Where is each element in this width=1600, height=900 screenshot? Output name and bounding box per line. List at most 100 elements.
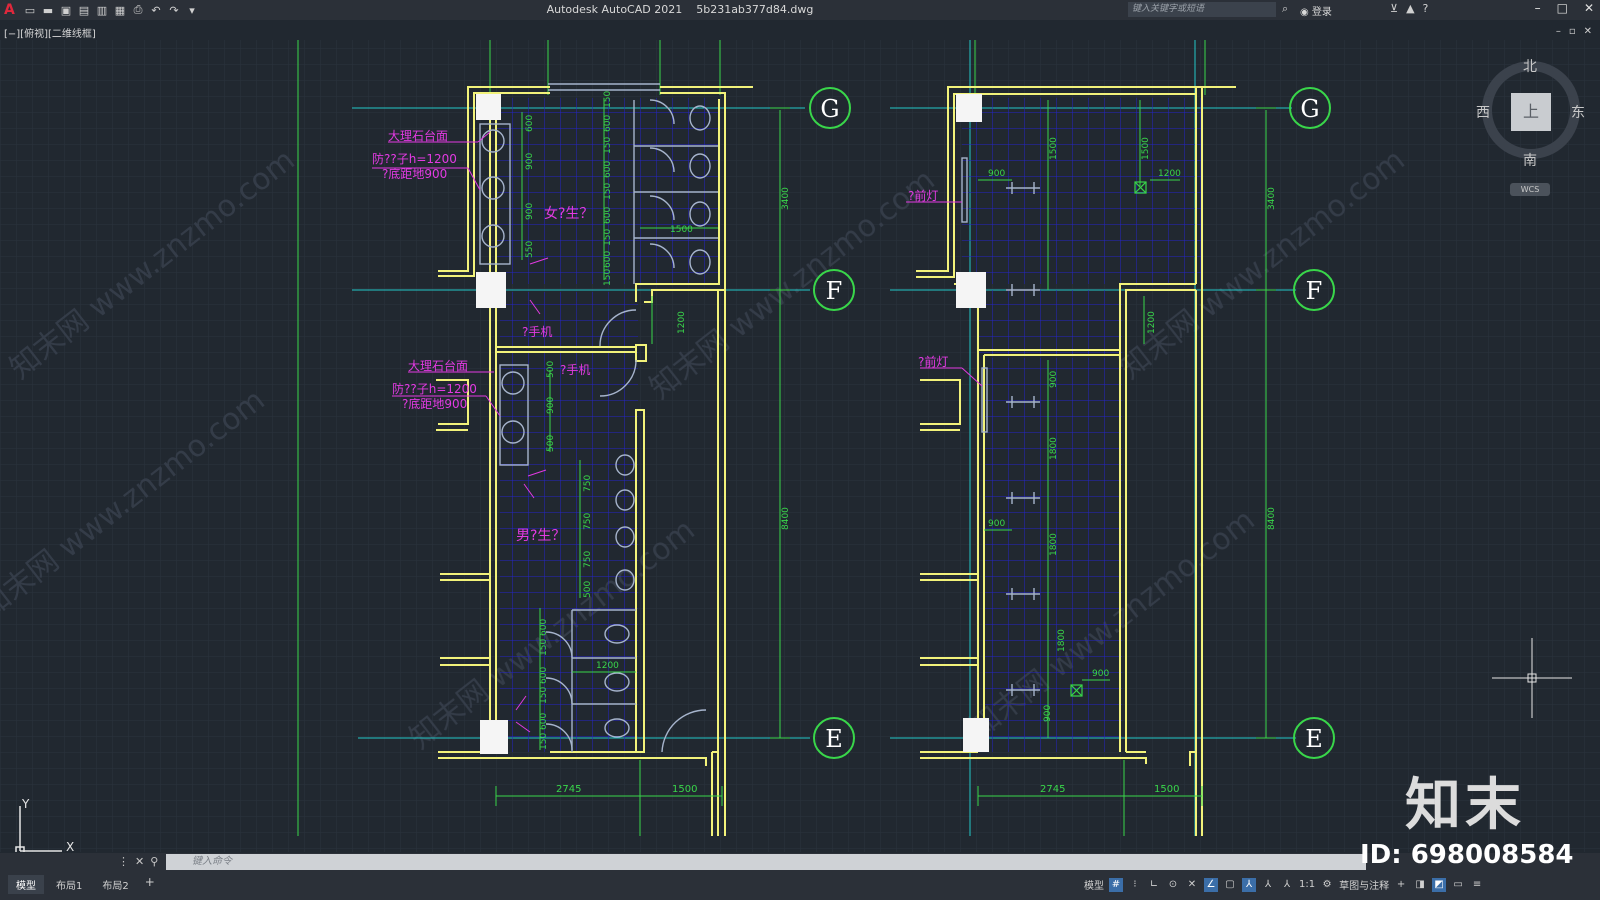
web-save-icon[interactable]: ▦: [112, 2, 128, 18]
document-controls: – ▫ ✕: [1556, 26, 1592, 37]
dimension-text: 150: [539, 639, 549, 656]
command-grip-icon[interactable]: ⋮: [118, 853, 129, 871]
dimension-text: 600: [603, 207, 613, 224]
print-icon[interactable]: ⎙: [130, 2, 146, 18]
axis-label-f: F: [1306, 277, 1323, 305]
drawing-canvas[interactable]: 知末网 www.znzmo.com 知末网 www.znzmo.com 知末网 …: [0, 40, 1600, 852]
annotation-scale-value[interactable]: 1:1: [1299, 879, 1315, 890]
search-icon[interactable]: ⌕: [1282, 2, 1296, 18]
add-icon[interactable]: +: [1394, 878, 1408, 892]
viewcube-east[interactable]: 东: [1571, 102, 1585, 122]
auto-scale-icon[interactable]: ⅄: [1261, 878, 1275, 892]
dimension-text: 600: [525, 115, 535, 132]
customization-menu-icon[interactable]: ≡: [1470, 878, 1484, 892]
quick-access-toolbar: A ▭ ▬ ▣ ▤ ▥ ▦ ⎙ ↶ ↷ ▾: [0, 0, 200, 20]
model-space-toggle[interactable]: 模型: [1084, 877, 1104, 892]
tab-layout1[interactable]: 布局1: [48, 875, 90, 894]
selection-cycle-icon[interactable]: ▢: [1223, 878, 1237, 892]
dimension-text: 750: [583, 475, 593, 492]
dimension-text: 1200: [1147, 311, 1157, 334]
dimension-text: 3400: [781, 187, 791, 210]
dimension-text: 2745: [1040, 784, 1065, 795]
dimension-text: 500: [546, 361, 556, 378]
new-file-icon[interactable]: ▭: [22, 2, 38, 18]
doc-close-icon[interactable]: ✕: [1584, 26, 1592, 37]
room-label-female: 女?生？: [544, 205, 593, 222]
close-icon[interactable]: ✕: [1584, 1, 1594, 15]
dimension-text: 600: [539, 713, 549, 730]
tab-model[interactable]: 模型: [8, 875, 44, 894]
room-label-male: 男?生？: [516, 528, 565, 544]
dimension-text: 600: [603, 161, 613, 178]
customize-icon[interactable]: ▾: [184, 2, 200, 18]
annotation-hand-dryer: ?手机: [522, 325, 552, 339]
dimension-text: 1500: [1154, 784, 1179, 795]
cart-icon[interactable]: ⊻: [1390, 2, 1398, 15]
tab-layout2[interactable]: 布局2: [94, 875, 136, 894]
annotation-visibility-icon[interactable]: ⅄: [1242, 877, 1256, 892]
dimension-text: 1500: [670, 225, 693, 235]
clean-screen-icon[interactable]: ▭: [1451, 878, 1465, 892]
osnap-icon[interactable]: ∠: [1204, 877, 1218, 892]
ortho-icon[interactable]: ∟: [1147, 878, 1161, 892]
annotation-scale-icon[interactable]: ⅄: [1280, 878, 1294, 892]
axis-label-g: G: [820, 95, 839, 123]
dimension-text: 500: [546, 435, 556, 452]
dimension-text: 1200: [1158, 169, 1181, 179]
dimension-text: 2745: [556, 784, 581, 795]
command-input[interactable]: 键入命令: [166, 854, 1366, 870]
dimension-text: 1800: [1049, 437, 1059, 460]
file-name: 5b231ab377d84.dwg: [696, 3, 814, 16]
snap-icon[interactable]: ⁝: [1128, 878, 1142, 892]
redo-icon[interactable]: ↷: [166, 2, 182, 18]
dimension-text: 900: [1092, 669, 1109, 679]
dimension-text: 900: [1049, 371, 1059, 388]
undo-icon[interactable]: ↶: [148, 2, 164, 18]
wcs-menu[interactable]: WCS: [1510, 183, 1550, 196]
annotation-hand-dryer: ?手机: [560, 363, 590, 377]
dimension-text: 900: [525, 203, 535, 220]
dimension-text: 150: [603, 91, 613, 108]
dimension-text: 900: [1043, 705, 1053, 722]
axis-label-g: G: [1300, 95, 1319, 123]
dimension-text: 600: [539, 667, 549, 684]
workspace-selector[interactable]: 草图与注释: [1339, 877, 1389, 892]
viewcube-west[interactable]: 西: [1476, 102, 1490, 122]
dimension-text: 1200: [677, 311, 687, 334]
viewcube-south[interactable]: 南: [1523, 150, 1537, 170]
viewcube-north[interactable]: 北: [1523, 56, 1537, 76]
login-button[interactable]: ◉ 登录: [1300, 3, 1332, 18]
isolate-icon[interactable]: ◨: [1413, 878, 1427, 892]
minimize-icon[interactable]: –: [1535, 1, 1541, 15]
hardware-accel-icon[interactable]: ◩: [1432, 877, 1447, 892]
web-open-icon[interactable]: ▥: [94, 2, 110, 18]
command-buttons: ⋮ ✕ ⚲: [118, 853, 158, 871]
workspace-gear-icon[interactable]: ⚙: [1320, 878, 1334, 892]
dimension-text: 600: [603, 251, 613, 268]
command-customize-icon[interactable]: ⚲: [150, 853, 158, 871]
axis-label-e: E: [825, 725, 843, 753]
search-input[interactable]: 键入关键字或短语: [1128, 2, 1276, 17]
help-icon[interactable]: ?: [1423, 2, 1429, 15]
open-file-icon[interactable]: ▬: [40, 2, 56, 18]
dimension-text: 600: [603, 115, 613, 132]
grid-icon[interactable]: #: [1109, 877, 1123, 892]
a360-icon[interactable]: ▲: [1406, 2, 1414, 15]
status-bar: 模型 布局1 布局2 + 模型 # ⁝ ∟ ⊙ ✕ ∠ ▢ ⅄ ⅄ ⅄ 1:1 …: [0, 871, 1600, 900]
command-close-icon[interactable]: ✕: [135, 853, 144, 871]
window-controls: – □ ✕: [1535, 1, 1594, 15]
annotation-mirror-height: ?底距地900: [382, 166, 447, 181]
dimension-text: 3400: [1267, 187, 1277, 210]
doc-minimize-icon[interactable]: –: [1556, 26, 1561, 37]
autocad-logo-icon[interactable]: A: [4, 2, 20, 18]
viewcube-top-face[interactable]: 上: [1511, 93, 1551, 131]
save-icon[interactable]: ▣: [58, 2, 74, 18]
save-as-icon[interactable]: ▤: [76, 2, 92, 18]
isodraft-icon[interactable]: ✕: [1185, 878, 1199, 892]
layout-tabs: 模型 布局1 布局2 +: [8, 875, 159, 894]
polar-icon[interactable]: ⊙: [1166, 878, 1180, 892]
doc-restore-icon[interactable]: ▫: [1569, 26, 1576, 37]
viewport-label[interactable]: [−][俯视][二维线框]: [4, 25, 96, 40]
add-layout-icon[interactable]: +: [141, 875, 159, 894]
maximize-icon[interactable]: □: [1557, 1, 1568, 15]
